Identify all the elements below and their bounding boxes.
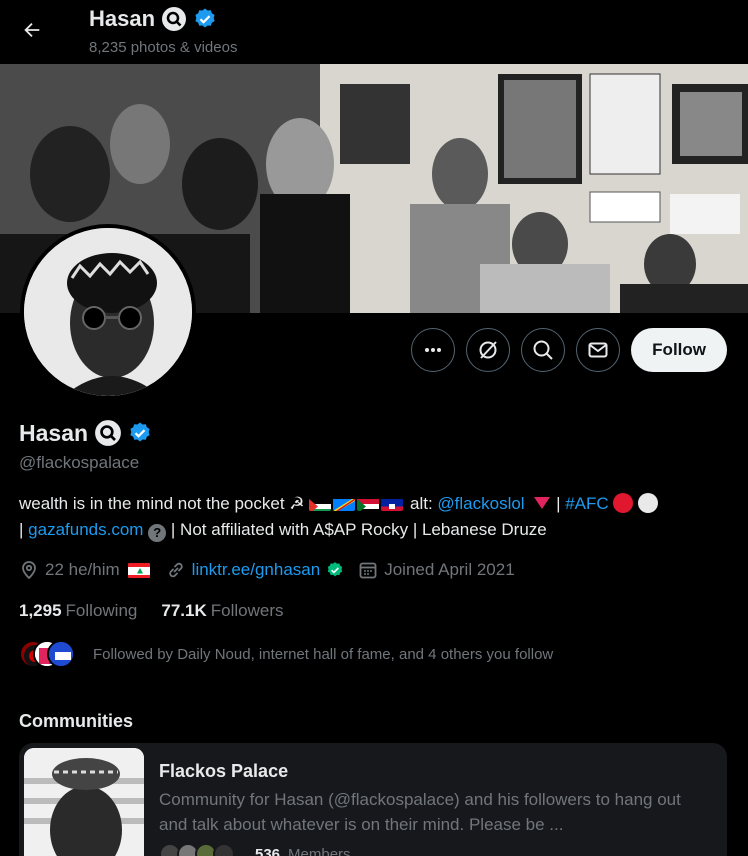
header-title: Hasan: [89, 6, 217, 32]
bio-separator: |: [556, 494, 561, 513]
back-button[interactable]: [14, 12, 50, 48]
community-name[interactable]: Flackos Palace: [159, 761, 288, 782]
profile-bio: wealth is in the mind not the pocket ☭ a…: [19, 491, 734, 543]
avatar-photo: [24, 228, 192, 396]
alt-account-link[interactable]: @flackoslol: [437, 494, 524, 513]
location-item: 22 he/him: [19, 560, 152, 580]
bio-alt-prefix: alt:: [409, 494, 433, 513]
verified-link-badge-icon: [328, 562, 343, 577]
grok-icon: [479, 341, 497, 359]
magnifier-badge-icon: [162, 7, 187, 31]
lebanon-flag-icon: [127, 562, 150, 578]
members-label: Members: [288, 845, 351, 856]
profile-meta: 22 he/him linktr.ee/gnhasan Joined April…: [19, 560, 529, 580]
profile-name-row: Hasan: [19, 419, 152, 447]
members-count: 536: [255, 845, 281, 856]
bio-separator: |: [19, 520, 24, 539]
follower-avatar: [47, 640, 75, 668]
top-bar: Hasan 8,235 photos & videos: [0, 0, 748, 64]
link-icon: [168, 562, 183, 578]
website-link[interactable]: linktr.ee/gnhasan: [192, 560, 321, 580]
verified-badge-icon[interactable]: [128, 421, 152, 445]
calendar-icon: [359, 562, 377, 579]
profile-handle: @flackospalace: [19, 453, 140, 472]
community-members: 536 Members: [159, 843, 351, 856]
more-button[interactable]: [411, 328, 456, 372]
magnifier-badge-icon: [95, 420, 121, 446]
profile-actions: Follow: [411, 328, 727, 372]
community-thumbnail: [24, 748, 144, 856]
arrow-left-icon: [24, 22, 40, 38]
search-button[interactable]: [521, 328, 566, 372]
community-card[interactable]: Flackos Palace Community for Hasan (@fla…: [19, 743, 727, 856]
red-triangle-icon: [534, 497, 551, 509]
white-circle-icon: [638, 493, 659, 513]
header-subtitle: 8,235 photos & videos: [89, 39, 238, 56]
website-item: linktr.ee/gnhasan: [166, 560, 345, 580]
congo-flag-icon: [333, 496, 356, 511]
joined-item: Joined April 2021: [358, 560, 515, 580]
more-dots-icon: [425, 348, 442, 352]
header-name: Hasan: [89, 6, 156, 31]
profile-name: Hasan: [19, 419, 89, 446]
followed-by-text: Followed by Daily Noud, internet hall of…: [93, 645, 554, 663]
gazafunds-link[interactable]: gazafunds.com: [28, 520, 143, 539]
followers-count: 77.1K: [161, 601, 207, 620]
joined-text: Joined April 2021: [384, 560, 515, 579]
profile-avatar[interactable]: [20, 224, 196, 400]
search-icon: [533, 340, 553, 360]
hashtag-link[interactable]: #AFC: [565, 494, 608, 513]
following-label: Following: [65, 601, 138, 620]
sudan-flag-icon: [357, 496, 380, 511]
location-pin-icon: [22, 561, 36, 580]
followers-label: Followers: [210, 601, 284, 620]
follow-button[interactable]: Follow: [631, 328, 727, 372]
envelope-icon: [588, 342, 608, 358]
following-count: 1,295: [19, 601, 62, 620]
followers-stat[interactable]: 77.1K Followers: [161, 601, 283, 621]
haiti-flag-icon: [381, 496, 404, 511]
location-text: 22 he/him: [45, 560, 120, 579]
red-circle-icon: [613, 493, 634, 513]
bio-text-2: | Not affiliated with A$AP Rocky | Leban…: [170, 520, 547, 539]
member-avatars: [159, 843, 247, 856]
palestine-flag-icon: [309, 496, 332, 511]
followed-by-row[interactable]: Followed by Daily Noud, internet hall of…: [19, 638, 553, 670]
community-description: Community for Hasan (@flackospalace) and…: [159, 790, 681, 834]
follow-stats: 1,295 Following 77.1K Followers: [19, 601, 283, 621]
bio-text: wealth is in the mind not the pocket ☭: [19, 494, 305, 513]
follower-avatars: [19, 638, 79, 670]
communities-title: Communities: [19, 711, 134, 731]
verified-badge-icon: [195, 8, 215, 28]
grok-button[interactable]: [466, 328, 511, 372]
message-button[interactable]: [576, 328, 621, 372]
question-badge-icon[interactable]: ?: [148, 524, 167, 542]
following-stat[interactable]: 1,295 Following: [19, 601, 137, 621]
